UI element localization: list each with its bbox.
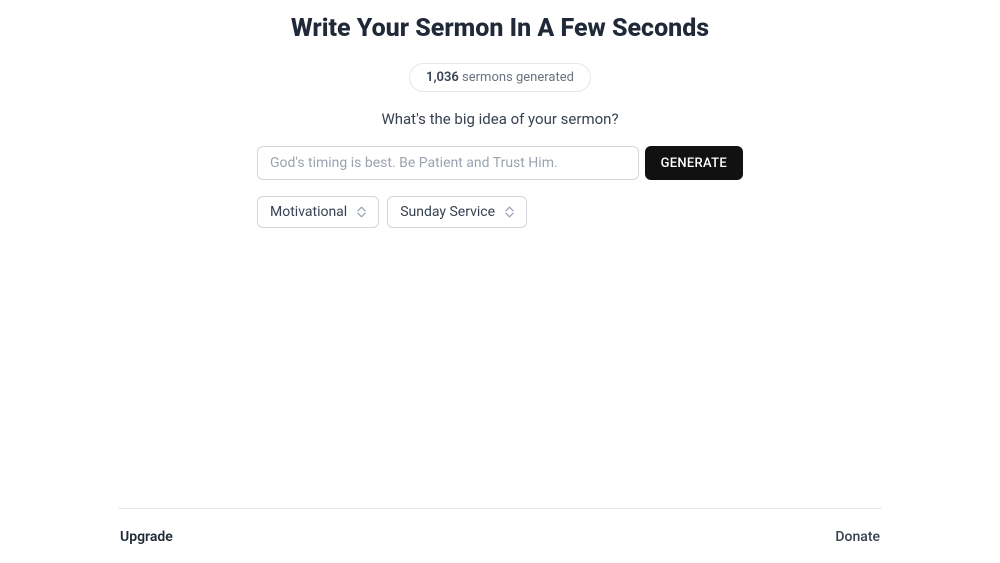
chevron-up-down-icon <box>505 206 514 218</box>
chevron-up-down-icon <box>357 206 366 218</box>
tone-select-label: Motivational <box>270 204 347 220</box>
prompt-label: What's the big idea of your sermon? <box>381 110 618 128</box>
generate-button[interactable]: GENERATE <box>645 146 743 180</box>
occasion-select-label: Sunday Service <box>400 204 495 220</box>
sermons-generated-badge: 1,036 sermons generated <box>409 63 591 92</box>
page-title: Write Your Sermon In A Few Seconds <box>291 14 709 43</box>
occasion-select[interactable]: Sunday Service <box>387 196 527 228</box>
donate-link[interactable]: Donate <box>835 529 880 545</box>
footer: Upgrade Donate <box>118 508 882 563</box>
sermons-label: sermons generated <box>459 70 574 85</box>
sermons-count: 1,036 <box>426 70 459 85</box>
upgrade-link[interactable]: Upgrade <box>120 529 173 545</box>
tone-select[interactable]: Motivational <box>257 196 379 228</box>
sermon-idea-input[interactable] <box>257 146 639 180</box>
